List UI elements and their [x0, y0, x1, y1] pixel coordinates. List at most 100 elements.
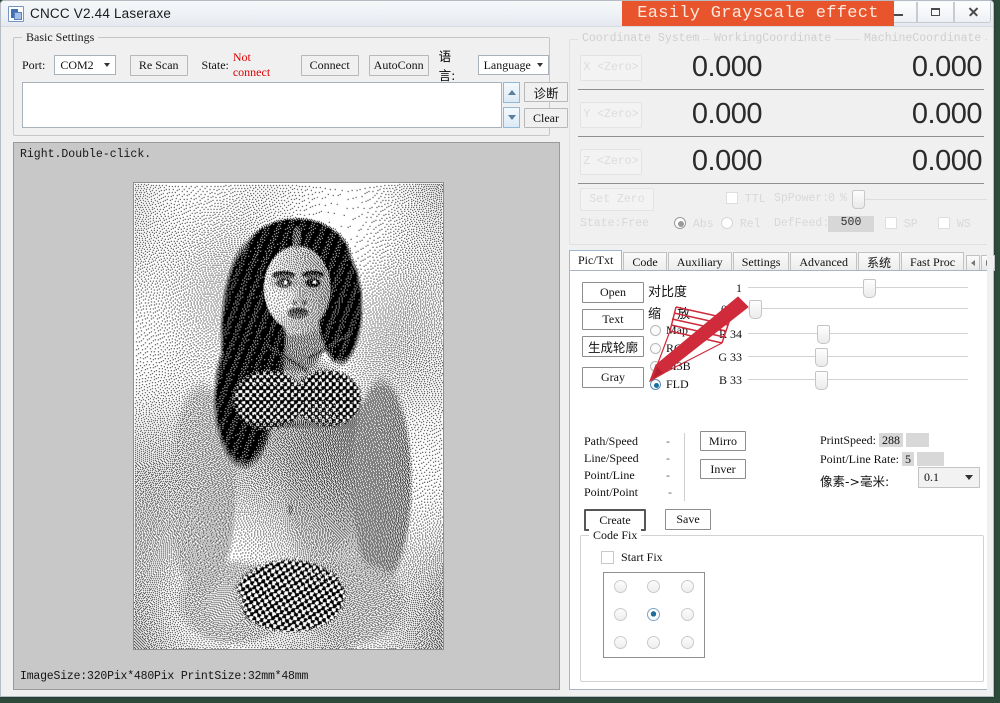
- anchor-radio[interactable]: [647, 580, 660, 593]
- chevron-left-icon: [971, 260, 975, 266]
- tab-system[interactable]: 系统: [858, 252, 900, 271]
- gray-button[interactable]: Gray: [582, 367, 644, 388]
- image-preview-panel[interactable]: Right.Double-click. ImageSize:320Pix*480…: [13, 142, 560, 690]
- y-zero-button[interactable]: Y <Zero>: [580, 102, 642, 128]
- anchor-radio[interactable]: [681, 636, 694, 649]
- anchor-radio[interactable]: [614, 608, 627, 621]
- anchor-cell-top-left[interactable]: [604, 580, 637, 593]
- anchor-cell-middle-right[interactable]: [671, 608, 704, 621]
- red-slider-thumb[interactable]: [817, 325, 830, 344]
- contrast-slider[interactable]: [748, 279, 968, 297]
- pixel-mm-value: 0.1: [924, 470, 939, 485]
- sppower-slider[interactable]: [850, 191, 992, 207]
- mode-option-fld[interactable]: FLD: [650, 377, 689, 392]
- image-size-status: ImageSize:320Pix*480Pix PrintSize:32mm*4…: [20, 670, 308, 683]
- sppower-slider-thumb[interactable]: [852, 190, 865, 209]
- anchor-cell-top-center[interactable]: [637, 580, 670, 593]
- green-slider-track: [748, 356, 968, 357]
- tab-fast-proc[interactable]: Fast Proc: [901, 252, 964, 271]
- diagnose-button[interactable]: 诊断: [524, 82, 568, 102]
- autoconn-button[interactable]: AutoConn: [369, 55, 429, 76]
- open-button[interactable]: Open: [582, 282, 644, 303]
- m3b-label: M3B: [666, 359, 691, 374]
- blue-slider[interactable]: [748, 371, 968, 389]
- ws-checkbox-wrap[interactable]: WS: [938, 217, 971, 231]
- coordinate-system-group: Coordinate System WorkingCoordinate Mach…: [569, 39, 993, 245]
- ws-checkbox[interactable]: [938, 217, 950, 229]
- window-scrollbar[interactable]: [987, 27, 993, 696]
- mode-option-m3b[interactable]: M3B: [650, 359, 691, 374]
- preview-image-frame[interactable]: [133, 182, 444, 650]
- y-working-value: 0.000: [642, 98, 836, 131]
- anchor-cell-bottom-right[interactable]: [671, 636, 704, 649]
- tab-settings[interactable]: Settings: [733, 252, 790, 271]
- save-button[interactable]: Save: [665, 509, 711, 530]
- tab-code[interactable]: Code: [623, 252, 666, 271]
- ttl-checkbox[interactable]: [726, 192, 738, 204]
- anchor-grid[interactable]: [603, 572, 705, 658]
- anchor-radio[interactable]: [614, 636, 627, 649]
- tab-prev-button[interactable]: [966, 255, 980, 271]
- scroll-down-button[interactable]: [503, 107, 520, 128]
- set-zero-button[interactable]: Set Zero: [580, 188, 654, 211]
- green-slider[interactable]: [748, 348, 968, 366]
- anchor-radio[interactable]: [681, 608, 694, 621]
- mode-option-rgb[interactable]: RGB: [650, 341, 691, 356]
- anchor-radio[interactable]: [614, 580, 627, 593]
- port-select[interactable]: COM2: [54, 55, 116, 75]
- ttl-checkbox-wrap[interactable]: TTL: [726, 192, 766, 206]
- sp-checkbox[interactable]: [885, 217, 897, 229]
- anchor-radio-selected[interactable]: [647, 608, 660, 621]
- green-slider-thumb[interactable]: [815, 348, 828, 367]
- language-select[interactable]: Language: [478, 55, 549, 75]
- clear-button[interactable]: Clear: [524, 108, 568, 128]
- tab-auxiliary[interactable]: Auxiliary: [668, 252, 732, 271]
- scale-slider-thumb[interactable]: [749, 300, 762, 319]
- blue-slider-thumb[interactable]: [815, 371, 828, 390]
- rescan-button[interactable]: Re Scan: [130, 55, 188, 76]
- green-slider-row: G 33: [708, 348, 968, 366]
- red-slider[interactable]: [748, 325, 968, 343]
- x-working-value: 0.000: [642, 51, 836, 84]
- log-textarea[interactable]: [22, 82, 502, 128]
- close-button[interactable]: [954, 2, 991, 23]
- anchor-cell-middle-left[interactable]: [604, 608, 637, 621]
- start-fix-row[interactable]: Start Fix: [601, 550, 663, 565]
- pixel-mm-select[interactable]: 0.1: [918, 467, 980, 488]
- fld-radio[interactable]: [650, 379, 661, 390]
- mirror-button[interactable]: Mirro: [700, 431, 746, 451]
- mode-option-map[interactable]: Map: [650, 323, 688, 338]
- rgb-radio[interactable]: [650, 343, 661, 354]
- connect-button[interactable]: Connect: [301, 55, 359, 76]
- sp-checkbox-wrap[interactable]: SP: [885, 217, 918, 231]
- maximize-button[interactable]: [917, 2, 954, 23]
- scale-slider[interactable]: [748, 300, 968, 318]
- contrast-slider-thumb[interactable]: [863, 279, 876, 298]
- anchor-cell-middle-center[interactable]: [637, 608, 670, 621]
- start-fix-checkbox[interactable]: [601, 551, 614, 564]
- anchor-cell-bottom-left[interactable]: [604, 636, 637, 649]
- machine-coordinate-legend: MachineCoordinate: [860, 32, 985, 45]
- scroll-up-button[interactable]: [503, 82, 520, 103]
- text-button[interactable]: Text: [582, 309, 644, 330]
- abs-radio[interactable]: [674, 217, 686, 229]
- anchor-cell-top-right[interactable]: [671, 580, 704, 593]
- m3b-radio[interactable]: [650, 361, 661, 372]
- x-zero-button[interactable]: X <Zero>: [580, 55, 642, 81]
- deffeed-input[interactable]: 500: [828, 216, 874, 232]
- sppower-label: SpPower:: [774, 192, 829, 205]
- z-zero-button[interactable]: Z <Zero>: [580, 149, 642, 175]
- tab-advanced[interactable]: Advanced: [790, 252, 857, 271]
- log-scrollbar[interactable]: [503, 82, 521, 128]
- abs-radio-wrap[interactable]: Abs: [674, 217, 714, 231]
- tab-pic-txt[interactable]: Pic/Txt: [569, 250, 622, 271]
- print-speed-value: 288: [879, 433, 903, 447]
- anchor-cell-bottom-center[interactable]: [637, 636, 670, 649]
- invert-button[interactable]: Inver: [700, 459, 746, 479]
- anchor-radio[interactable]: [647, 636, 660, 649]
- rel-radio[interactable]: [721, 217, 733, 229]
- anchor-radio[interactable]: [681, 580, 694, 593]
- generate-outline-button[interactable]: 生成轮廓: [582, 336, 644, 357]
- rel-radio-wrap[interactable]: Rel: [721, 217, 761, 231]
- map-radio[interactable]: [650, 325, 661, 336]
